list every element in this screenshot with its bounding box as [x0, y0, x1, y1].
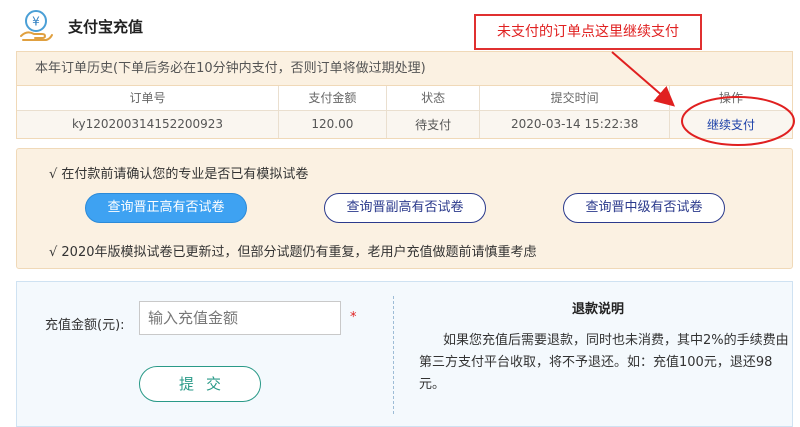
- exam-notice-panel: √ 在付款前请确认您的专业是否已有模拟试卷 查询晋正高有否试卷 查询晋副高有否试…: [16, 148, 793, 269]
- order-history-notice: 本年订单历史(下单后务必在10分钟内支付，否则订单将做过期处理): [17, 52, 792, 86]
- order-history-panel: 本年订单历史(下单后务必在10分钟内支付，否则订单将做过期处理) 订单号 支付金…: [16, 51, 793, 139]
- notice-update-line: √ 2020年版模拟试卷已更新过，但部分试题仍有重复，老用户充值做题前请慎重考虑: [49, 245, 537, 260]
- refund-text: 如果您充值后需要退款，同时也未消费，其中2%的手续费由第三方支付平台收取，将不予…: [419, 333, 789, 392]
- query-intermediate-exam-button[interactable]: 查询晋中级有否试卷: [563, 193, 725, 223]
- notice-check-line: √ 在付款前请确认您的专业是否已有模拟试卷: [49, 167, 309, 182]
- query-senior-exam-button[interactable]: 查询晋正高有否试卷: [85, 193, 247, 223]
- order-submit-time: 2020-03-14 15:22:38: [479, 110, 670, 138]
- annotation-callout: 未支付的订单点这里继续支付: [474, 14, 702, 50]
- column-header-status: 状态: [386, 86, 481, 111]
- yen-hand-icon: ¥: [20, 10, 53, 41]
- column-header-action: 操作: [669, 86, 792, 111]
- amount-label: 充值金额(元):: [45, 318, 125, 333]
- recharge-panel: 充值金额(元): * 提交 退款说明 如果您充值后需要退款，同时也未消费，其中2…: [16, 281, 793, 427]
- column-header-submit-time: 提交时间: [479, 86, 670, 111]
- page-title: 支付宝充值: [68, 18, 144, 36]
- order-table-header: 订单号 支付金额 状态 提交时间 操作: [17, 86, 792, 111]
- order-status: 待支付: [386, 110, 481, 138]
- order-number: ky120200314152200923: [17, 110, 280, 138]
- continue-payment-link[interactable]: 继续支付: [707, 118, 755, 132]
- order-amount: 120.00: [278, 110, 387, 138]
- svg-text:¥: ¥: [32, 15, 40, 29]
- required-mark: *: [350, 310, 357, 325]
- amount-input[interactable]: [139, 301, 341, 335]
- refund-title: 退款说明: [571, 302, 624, 317]
- panel-divider: [393, 296, 394, 414]
- query-associate-senior-exam-button[interactable]: 查询晋副高有否试卷: [324, 193, 486, 223]
- submit-button[interactable]: 提交: [139, 366, 261, 402]
- order-table: 订单号 支付金额 状态 提交时间 操作 ky120200314152200923…: [17, 86, 792, 138]
- column-header-order-no: 订单号: [17, 86, 280, 111]
- column-header-amount: 支付金额: [278, 86, 387, 111]
- order-action-cell: 继续支付: [669, 110, 792, 138]
- table-row: ky120200314152200923 120.00 待支付 2020-03-…: [17, 110, 792, 138]
